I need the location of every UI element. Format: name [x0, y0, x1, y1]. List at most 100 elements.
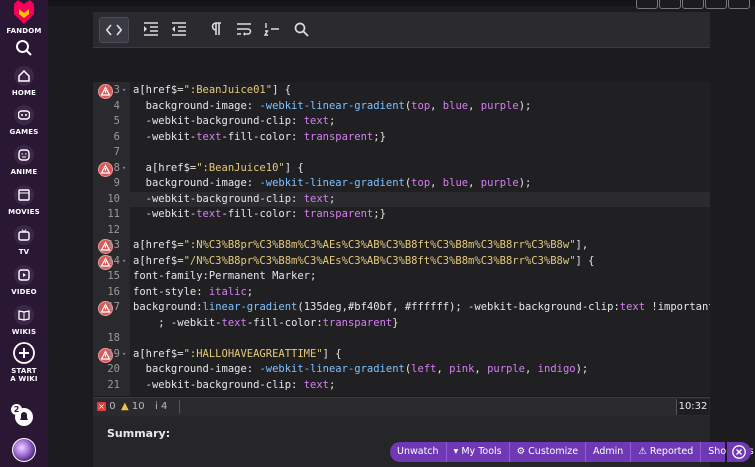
info-count[interactable]: ⅰ 4 [155, 401, 167, 412]
rail-item-tv[interactable]: TV [0, 225, 48, 256]
editor-status-bar: × 0 ▲ 10 ⅰ 4 10:32 [93, 397, 710, 416]
fold-caret-icon[interactable]: ▾ [122, 254, 126, 270]
code-line[interactable]: 16 font-style: italic; [93, 285, 710, 301]
code-line[interactable]: 18 [93, 331, 710, 347]
rail-item-home[interactable]: HOME [0, 66, 48, 97]
unwatch-button[interactable]: Unwatch [390, 442, 447, 462]
customize-button[interactable]: ⚙ Customize [510, 442, 587, 462]
fold-caret-icon[interactable]: ▾ [122, 161, 126, 177]
line-number: 9 [113, 177, 120, 189]
code-line[interactable]: 3 ▾ a[href$=":BeanJuice01"] { [93, 83, 710, 99]
line-code: -webkit-text-fill-color: transparent;} [133, 130, 386, 143]
line-code: background:linear-gradient(135deg,#bf40b… [133, 301, 710, 313]
line-number: 16 [107, 285, 120, 298]
fold-caret-icon[interactable]: ▾ [122, 347, 126, 363]
top-comments-button[interactable] [659, 0, 681, 9]
rail-search-button[interactable] [0, 39, 48, 57]
rail-item-anime-label: ANIME [10, 168, 38, 176]
code-line[interactable]: 10 -webkit-background-clip: text; [93, 191, 710, 207]
code-line[interactable]: 7 [93, 145, 710, 161]
line-code: -webkit-background-clip: text; [133, 192, 336, 205]
code-line[interactable]: 13 a[href$=":N%C3%B8pr%C3%B8m%C3%AEs%C3%A… [93, 238, 710, 254]
line-code: background-image: -webkit-linear-gradien… [133, 99, 532, 112]
top-menu-button[interactable] [728, 0, 750, 9]
outdent-button[interactable] [167, 17, 191, 41]
code-line[interactable]: 20 background-image: -webkit-linear-grad… [93, 362, 710, 378]
indent-button[interactable] [139, 17, 163, 41]
summary-label: Summary: [107, 427, 171, 440]
line-code: background-image: -webkit-linear-gradien… [133, 363, 589, 375]
indent-icon [144, 22, 158, 36]
code-line[interactable]: 19 ▾ a[href$=":HALLOHAVEAGREATTIME"] { [93, 347, 710, 363]
code-line[interactable]: 14 ▾ a[href$="/N%C3%B8pr%C3%B8m%C3%AEs%C3%… [93, 254, 710, 270]
line-number: 6 [113, 130, 120, 143]
line-number: 15 [107, 270, 120, 282]
invisibles-button[interactable] [204, 17, 228, 41]
rail-item-anime[interactable]: ANIME [0, 145, 48, 176]
warning-count[interactable]: ▲ 10 [121, 401, 145, 412]
code-line[interactable]: ; -webkit-text-fill-color:transparent} [93, 316, 710, 332]
code-line[interactable]: 12 [93, 223, 710, 239]
top-more-button[interactable] [705, 0, 727, 9]
line-number: 8 [113, 161, 120, 174]
code-icon [106, 24, 122, 36]
fandom-brand-label: FANDOM [6, 27, 42, 35]
outdent-icon [172, 22, 186, 36]
rail-item-games-label: GAMES [9, 128, 39, 136]
line-numbers-icon [264, 23, 279, 36]
code-line[interactable]: 4 background-image: -webkit-linear-gradi… [93, 99, 710, 115]
notifications-button[interactable]: 2 [0, 404, 48, 427]
code-line[interactable]: 6 -webkit-text-fill-color: transparent;} [93, 130, 710, 146]
line-code: background-image: -webkit-linear-gradien… [133, 177, 532, 189]
line-number: 5 [113, 115, 120, 127]
error-icon: × [97, 402, 106, 411]
error-count[interactable]: × 0 [97, 401, 116, 412]
line-number: 3 [113, 84, 120, 96]
my-tools-button[interactable]: ▾ My Tools [447, 442, 510, 462]
rail-item-tv-label: TV [18, 248, 30, 256]
rail-item-video[interactable]: VIDEO [0, 265, 48, 296]
editor-time: 10:32 [676, 399, 709, 415]
reported-button[interactable]: ⚠ Reported [631, 442, 702, 462]
toolbar-close-button[interactable] [727, 442, 751, 462]
line-code: a[href$=":HALLOHAVEAGREATTIME"] { [133, 347, 342, 360]
code-line[interactable]: 5 -webkit-background-clip: text; [93, 114, 710, 130]
rail-item-movies[interactable]: MOVIES [0, 185, 48, 216]
admin-button[interactable]: Admin [586, 442, 632, 462]
fold-caret-icon[interactable]: ▾ [122, 83, 126, 99]
user-avatar-button[interactable] [0, 438, 48, 462]
line-code: -webkit-background-clip: text; [133, 378, 336, 391]
code-line[interactable]: 15 font-family:Permanent Marker; [93, 269, 710, 285]
top-tools-button[interactable] [682, 0, 704, 9]
code-editor[interactable]: 3 ▾ a[href$=":BeanJuice01"] {4 background-… [93, 82, 710, 396]
rail-item-start-a-wiki[interactable]: START A WIKI [0, 342, 48, 383]
line-numbers-button[interactable] [260, 17, 284, 41]
reported-label: Reported [649, 446, 694, 457]
code-line[interactable]: 21 -webkit-background-clip: text; [93, 378, 710, 394]
error-count-value: 0 [109, 401, 116, 412]
code-line[interactable]: 9 background-image: -webkit-linear-gradi… [93, 176, 710, 192]
code-line[interactable]: 8 ▾ a[href$=":BeanJuice10"] { [93, 161, 710, 177]
code-line[interactable]: 11 -webkit-text-fill-color: transparent;… [93, 207, 710, 223]
editor-toolbar [93, 12, 710, 48]
rail-item-start-a-wiki-label: START A WIKI [10, 367, 38, 383]
warning-count-value: 10 [131, 401, 145, 412]
code-toggle-button[interactable] [99, 17, 129, 43]
video-play-icon [14, 265, 34, 285]
line-code: font-style: italic; [133, 285, 254, 298]
line-number: 14 [107, 254, 120, 267]
line-code: font-family:Permanent Marker; [133, 270, 317, 282]
top-search-button[interactable] [636, 0, 658, 9]
line-number: 4 [113, 99, 120, 112]
line-code: ; -webkit-text-fill-color:transparent} [133, 316, 399, 329]
code-line[interactable]: 17 background:linear-gradient(135deg,#bf4… [93, 300, 710, 316]
line-code: a[href$=":N%C3%B8pr%C3%B8m%C3%AEs%C3%AB%… [133, 239, 589, 251]
find-button[interactable] [289, 17, 313, 41]
line-wrap-button[interactable] [232, 17, 256, 41]
rail-item-movies-label: MOVIES [8, 208, 40, 216]
fandom-logo[interactable]: FANDOM [0, 0, 48, 35]
film-icon [14, 185, 34, 205]
rail-item-wikis[interactable]: WIKIS [0, 305, 48, 336]
search-icon [294, 22, 309, 37]
rail-item-games[interactable]: GAMES [0, 105, 48, 136]
